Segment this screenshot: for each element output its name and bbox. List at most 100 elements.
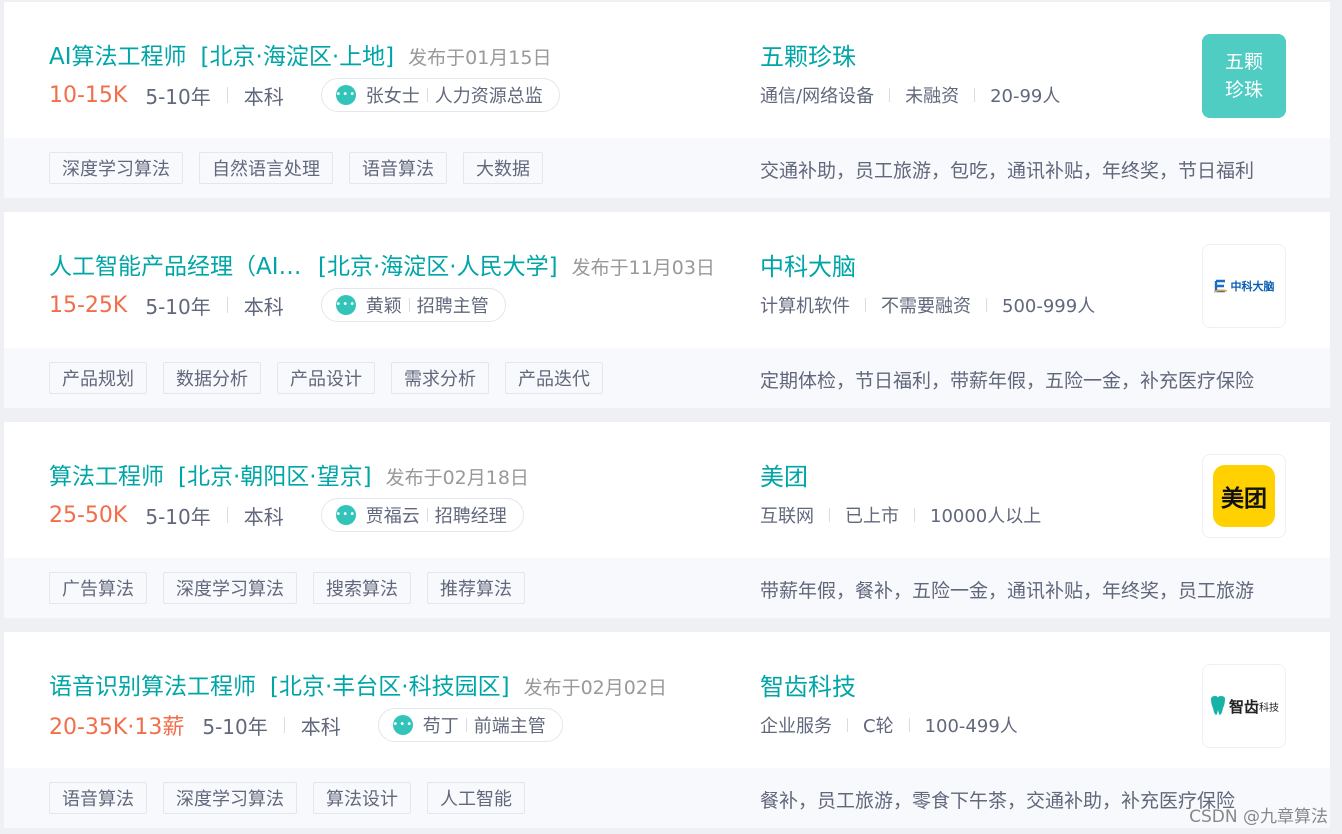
education: 本科 (243, 504, 284, 529)
job-title-link[interactable]: AI算法工程师 (49, 37, 187, 71)
publish-date: 发布于02月02日 (523, 677, 667, 699)
skill-tag: 产品迭代 (505, 362, 603, 394)
chat-bubble-icon: ••• (335, 505, 356, 525)
chat-recruiter-button[interactable]: ••• 苟丁 前端主管 (377, 708, 563, 742)
job-card[interactable]: 人工智能产品经理（AI方向） [北京·海淀区·人民大学] 发布于11月03日 1… (4, 212, 1330, 408)
experience: 5-10年 (202, 714, 268, 739)
company-logo-text: 美团 (1213, 465, 1275, 527)
skill-tags: 广告算法 深度学习算法 搜索算法 推荐算法 (49, 572, 525, 604)
job-title-link[interactable]: 语音识别算法工程师 (49, 667, 256, 701)
recruiter-name: 贾福云 (365, 506, 420, 527)
company-name-link[interactable]: 五颗珍珠 (760, 37, 856, 72)
company-logo[interactable]: 智齿 科技 (1202, 664, 1286, 748)
chat-recruiter-button[interactable]: ••• 张女士 人力资源总监 (320, 78, 560, 112)
skill-tag: 深度学习算法 (163, 572, 297, 604)
divider (283, 717, 285, 733)
divider (847, 718, 848, 732)
divider (300, 507, 301, 523)
skill-tag: 人工智能 (427, 782, 525, 814)
company-funding: C轮 (863, 716, 894, 737)
brain-e-icon (1213, 279, 1227, 293)
job-title-link[interactable]: 人工智能产品经理（AI方向） (49, 247, 304, 281)
job-card[interactable]: 语音识别算法工程师 [北京·丰台区·科技园区] 发布于02月02日 20-35K… (4, 632, 1330, 828)
company-logo[interactable]: 五颗珍珠 (1202, 34, 1286, 118)
tooth-icon (1210, 696, 1225, 715)
experience: 5-10年 (145, 294, 211, 319)
skill-tag: 数据分析 (163, 362, 261, 394)
publish-date: 发布于02月18日 (385, 467, 529, 489)
company-info: 企业服务 C轮 100-499人 (760, 712, 1018, 738)
company-funding: 未融资 (905, 86, 960, 107)
company-funding: 不需要融资 (881, 296, 971, 317)
company-industry: 通信/网络设备 (760, 86, 875, 107)
company-name-link[interactable]: 中科大脑 (760, 247, 856, 282)
skill-tag: 深度学习算法 (49, 152, 183, 184)
skill-tag: 产品规划 (49, 362, 147, 394)
skill-tag: 广告算法 (49, 572, 147, 604)
company-name-link[interactable]: 智齿科技 (760, 667, 856, 702)
divider (914, 508, 915, 522)
job-area: [北京·朝阳区·望京] (178, 464, 372, 490)
divider (465, 718, 467, 732)
job-area: [北京·海淀区·人民大学] (318, 254, 558, 280)
watermark: CSDN @九章算法 (1189, 807, 1328, 827)
divider (986, 298, 987, 312)
skill-tag: 推荐算法 (427, 572, 525, 604)
company-logo-mark: 中科大脑 (1213, 278, 1275, 294)
skill-tag: 需求分析 (391, 362, 489, 394)
chat-bubble-icon: ••• (392, 715, 413, 735)
divider (226, 297, 228, 313)
skill-tag: 算法设计 (313, 782, 411, 814)
job-card[interactable]: 算法工程师 [北京·朝阳区·望京] 发布于02月18日 25-50K 5-10年… (4, 422, 1330, 618)
job-card[interactable]: AI算法工程师 [北京·海淀区·上地] 发布于01月15日 10-15K 5-1… (4, 2, 1330, 198)
divider (357, 717, 358, 733)
welfare-list: 交通补助，员工旅游，包吃，通讯补贴，年终奖，节日福利 (760, 160, 1255, 182)
divider (408, 298, 410, 312)
recruiter-title: 人力资源总监 (434, 86, 543, 107)
salary: 15-25K (49, 292, 128, 318)
divider (426, 508, 428, 522)
company-size: 500-999人 (1002, 296, 1096, 317)
recruiter-title: 招聘主管 (416, 296, 489, 317)
education: 本科 (243, 84, 284, 109)
company-logo-text: 中科大脑 (1230, 280, 1275, 293)
company-logo[interactable]: 中科大脑 (1202, 244, 1286, 328)
recruiter-name: 苟丁 (422, 716, 459, 737)
skill-tag: 自然语言处理 (199, 152, 333, 184)
skill-tag: 搜索算法 (313, 572, 411, 604)
skill-tags: 深度学习算法 自然语言处理 语音算法 大数据 (49, 152, 543, 184)
chat-bubble-icon: ••• (335, 85, 356, 105)
company-size: 100-499人 (924, 716, 1018, 737)
divider (426, 88, 428, 102)
recruiter-title: 招聘经理 (434, 506, 507, 527)
company-info: 通信/网络设备 未融资 20-99人 (760, 82, 1060, 108)
divider (300, 87, 301, 103)
company-info: 计算机软件 不需要融资 500-999人 (760, 292, 1095, 318)
welfare-list: 定期体检，节日福利，带薪年假，五险一金，补充医疗保险 (760, 370, 1255, 392)
welfare-list: 带薪年假，餐补，五险一金，通讯补贴，年终奖，员工旅游 (760, 580, 1255, 602)
company-name-link[interactable]: 美团 (760, 457, 808, 492)
chat-recruiter-button[interactable]: ••• 贾福云 招聘经理 (320, 498, 524, 532)
company-logo-text: 五颗珍珠 (1224, 51, 1263, 101)
job-title-link[interactable]: 算法工程师 (49, 457, 164, 491)
job-area: [北京·丰台区·科技园区] (270, 674, 510, 700)
salary: 25-50K (49, 502, 128, 528)
skill-tag: 产品设计 (277, 362, 375, 394)
skill-tag: 语音算法 (49, 782, 147, 814)
job-area: [北京·海淀区·上地] (200, 44, 395, 70)
chat-recruiter-button[interactable]: ••• 黄颖 招聘主管 (320, 288, 506, 322)
company-logo[interactable]: 美团 (1202, 454, 1286, 538)
experience: 5-10年 (145, 504, 211, 529)
company-info: 互联网 已上市 10000人以上 (760, 502, 1041, 528)
publish-date: 发布于11月03日 (571, 257, 715, 279)
divider (865, 298, 866, 312)
experience: 5-10年 (145, 84, 211, 109)
skill-tags: 产品规划 数据分析 产品设计 需求分析 产品迭代 (49, 362, 603, 394)
company-size: 20-99人 (990, 86, 1061, 107)
company-logo-subtext: 科技 (1259, 702, 1279, 714)
education: 本科 (300, 714, 341, 739)
divider (908, 718, 910, 732)
skill-tags: 语音算法 深度学习算法 算法设计 人工智能 (49, 782, 525, 814)
education: 本科 (243, 294, 284, 319)
divider (829, 508, 830, 522)
